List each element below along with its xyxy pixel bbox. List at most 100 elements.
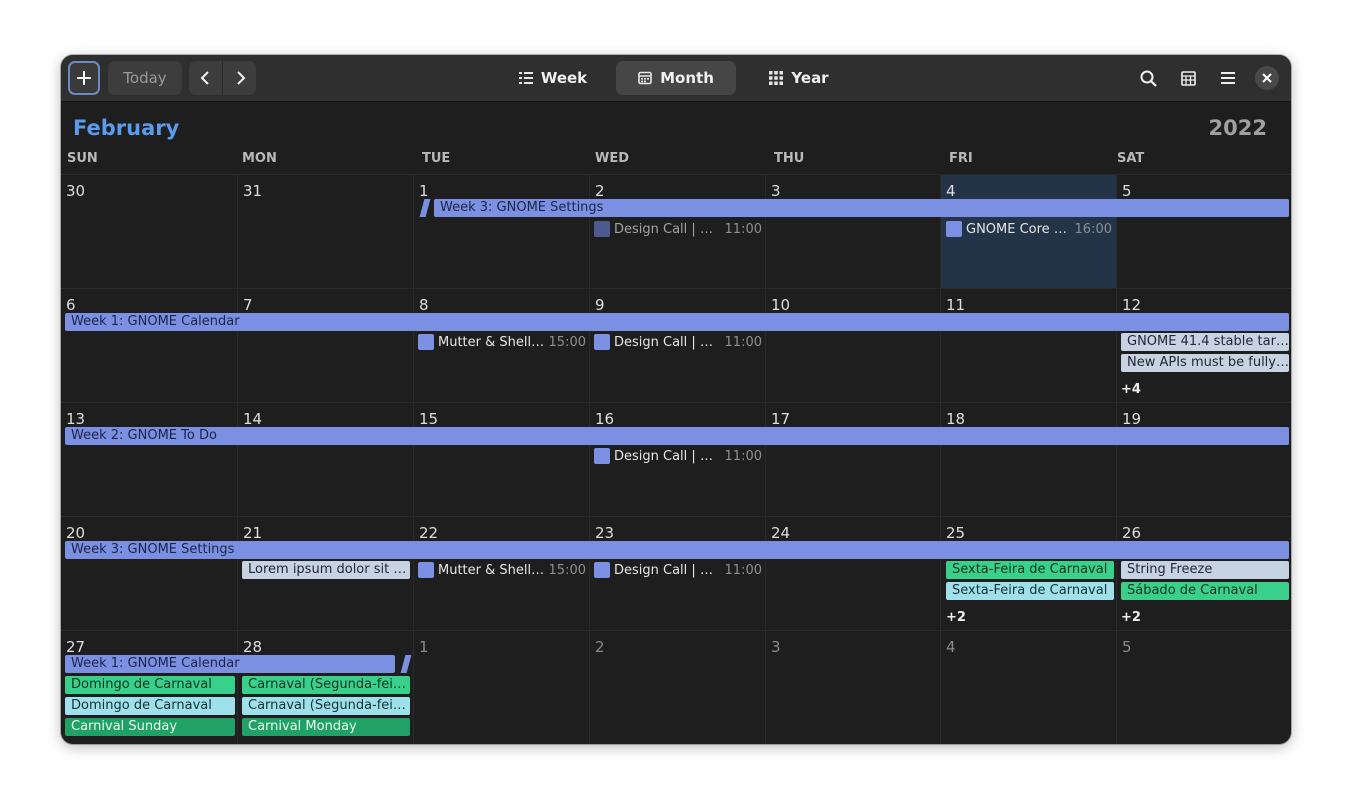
- day-cell[interactable]: 3: [766, 630, 941, 744]
- event-time: 16:00: [1074, 221, 1112, 237]
- event-bar[interactable]: Week 2: GNOME To Do: [65, 427, 1289, 445]
- timed-event[interactable]: Design Call | We... 11:00: [594, 447, 762, 465]
- day-cell[interactable]: 2: [590, 630, 766, 744]
- chevron-left-icon: [200, 71, 209, 85]
- event-chip[interactable]: Carnaval (Segunda-feira): [242, 676, 410, 694]
- new-event-button[interactable]: [68, 61, 100, 95]
- event-color-marker: [418, 562, 434, 578]
- year-title: 2022: [1208, 116, 1267, 140]
- day-cell[interactable]: 6: [61, 288, 238, 402]
- timed-event[interactable]: GNOME Core A... 16:00: [946, 220, 1112, 238]
- day-number: 23: [595, 524, 615, 542]
- timed-event[interactable]: Design Call | We... 11:00: [594, 220, 762, 238]
- event-title: Design Call | We...: [614, 562, 721, 578]
- day-number: 13: [66, 410, 86, 428]
- tab-week[interactable]: Week: [501, 61, 605, 95]
- day-cell[interactable]: 5: [1117, 630, 1291, 744]
- main-menu-button[interactable]: [1211, 61, 1245, 95]
- weekday-header-mon: MON: [242, 151, 277, 166]
- event-chip[interactable]: Domingo de Carnaval: [65, 676, 235, 694]
- event-chip[interactable]: Carnival Sunday: [65, 718, 235, 736]
- day-cell[interactable]: 3: [766, 174, 941, 288]
- day-number: 27: [66, 638, 86, 656]
- today-button[interactable]: Today: [108, 61, 182, 95]
- event-chip[interactable]: Carnival Monday: [242, 718, 410, 736]
- day-number: 1: [419, 182, 429, 200]
- day-number: 21: [243, 524, 263, 542]
- event-chip[interactable]: New APIs must be fully ...: [1121, 354, 1289, 372]
- header-bar: Today Week Month Year: [61, 55, 1291, 102]
- event-title: Design Call | We...: [614, 334, 721, 350]
- day-number: 7: [243, 296, 253, 314]
- day-cell[interactable]: 30: [61, 174, 238, 288]
- day-cell[interactable]: 11: [941, 288, 1117, 402]
- day-number: 2: [595, 638, 605, 656]
- event-bar[interactable]: Week 3: GNOME Settings: [65, 541, 1289, 559]
- day-cell[interactable]: 20: [61, 516, 238, 630]
- day-cell[interactable]: 24: [766, 516, 941, 630]
- day-number: 30: [66, 182, 86, 200]
- day-number: 6: [66, 296, 76, 314]
- event-chip[interactable]: Domingo de Carnaval: [65, 697, 235, 715]
- chevron-right-icon: [236, 71, 245, 85]
- more-events-link[interactable]: +4: [1121, 382, 1141, 397]
- event-bar[interactable]: Week 1: GNOME Calendar: [65, 655, 395, 673]
- event-chip[interactable]: Sexta-Feira de Carnaval: [946, 561, 1114, 579]
- calendar-window: Today Week Month Year February 2022 SUN …: [61, 55, 1291, 744]
- more-events-link[interactable]: +2: [1121, 610, 1141, 625]
- tab-week-label: Week: [540, 69, 588, 87]
- weekday-header-fri: FRI: [949, 151, 973, 166]
- event-chip[interactable]: String Freeze: [1121, 561, 1289, 579]
- week-list-icon: [518, 72, 533, 84]
- close-icon: [1262, 73, 1272, 83]
- day-cell[interactable]: 4: [941, 630, 1117, 744]
- previous-button[interactable]: [189, 61, 222, 95]
- tab-month[interactable]: Month: [616, 61, 736, 95]
- day-cell[interactable]: 19: [1117, 402, 1291, 516]
- event-chip[interactable]: Sexta-Feira de Carnaval: [946, 582, 1114, 600]
- timed-event[interactable]: Mutter & Shell Bi... 15:00: [418, 561, 586, 579]
- day-number: 2: [595, 182, 605, 200]
- event-time: 11:00: [724, 221, 762, 237]
- event-title: Design Call | We...: [614, 448, 721, 464]
- day-number: 28: [243, 638, 263, 656]
- event-bar[interactable]: Week 1: GNOME Calendar: [65, 313, 1289, 331]
- day-cell[interactable]: 14: [238, 402, 414, 516]
- timed-event[interactable]: Mutter & Shell Bi... 15:00: [418, 333, 586, 351]
- day-cell[interactable]: 15: [414, 402, 590, 516]
- day-number: 10: [771, 296, 791, 314]
- weekday-header-thu: THU: [774, 151, 805, 166]
- timed-event[interactable]: Design Call | We... 11:00: [594, 333, 762, 351]
- day-cell[interactable]: 17: [766, 402, 941, 516]
- day-cell[interactable]: 1: [414, 174, 590, 288]
- event-time: 15:00: [548, 334, 586, 350]
- event-chip[interactable]: Sábado de Carnaval: [1121, 582, 1289, 600]
- day-cell[interactable]: 10: [766, 288, 941, 402]
- day-number: 19: [1122, 410, 1142, 428]
- day-number: 14: [243, 410, 263, 428]
- more-events-link[interactable]: +2: [946, 610, 966, 625]
- day-cell[interactable]: 1: [414, 630, 590, 744]
- event-bar[interactable]: Week 3: GNOME Settings: [434, 199, 1289, 217]
- event-chip[interactable]: Lorem ipsum dolor sit a...: [242, 561, 410, 579]
- manage-calendars-button[interactable]: [1171, 61, 1205, 95]
- close-button[interactable]: [1255, 66, 1279, 90]
- next-button[interactable]: [222, 61, 256, 95]
- event-title: Mutter & Shell Bi...: [438, 334, 545, 350]
- tab-year-label: Year: [791, 69, 829, 87]
- tab-year[interactable]: Year: [751, 61, 847, 95]
- search-button[interactable]: [1131, 61, 1165, 95]
- day-cell[interactable]: 31: [238, 174, 414, 288]
- event-time: 11:00: [724, 562, 762, 578]
- event-color-marker: [418, 334, 434, 350]
- event-chip[interactable]: Carnaval (Segunda-feira): [242, 697, 410, 715]
- day-number: 3: [771, 638, 781, 656]
- day-cell[interactable]: 7: [238, 288, 414, 402]
- day-cell[interactable]: 13: [61, 402, 238, 516]
- day-number: 4: [946, 182, 956, 200]
- event-chip[interactable]: GNOME 41.4 stable tarb...: [1121, 333, 1289, 351]
- day-cell[interactable]: 5: [1117, 174, 1291, 288]
- day-number: 17: [771, 410, 791, 428]
- day-cell[interactable]: 18: [941, 402, 1117, 516]
- timed-event[interactable]: Design Call | We... 11:00: [594, 561, 762, 579]
